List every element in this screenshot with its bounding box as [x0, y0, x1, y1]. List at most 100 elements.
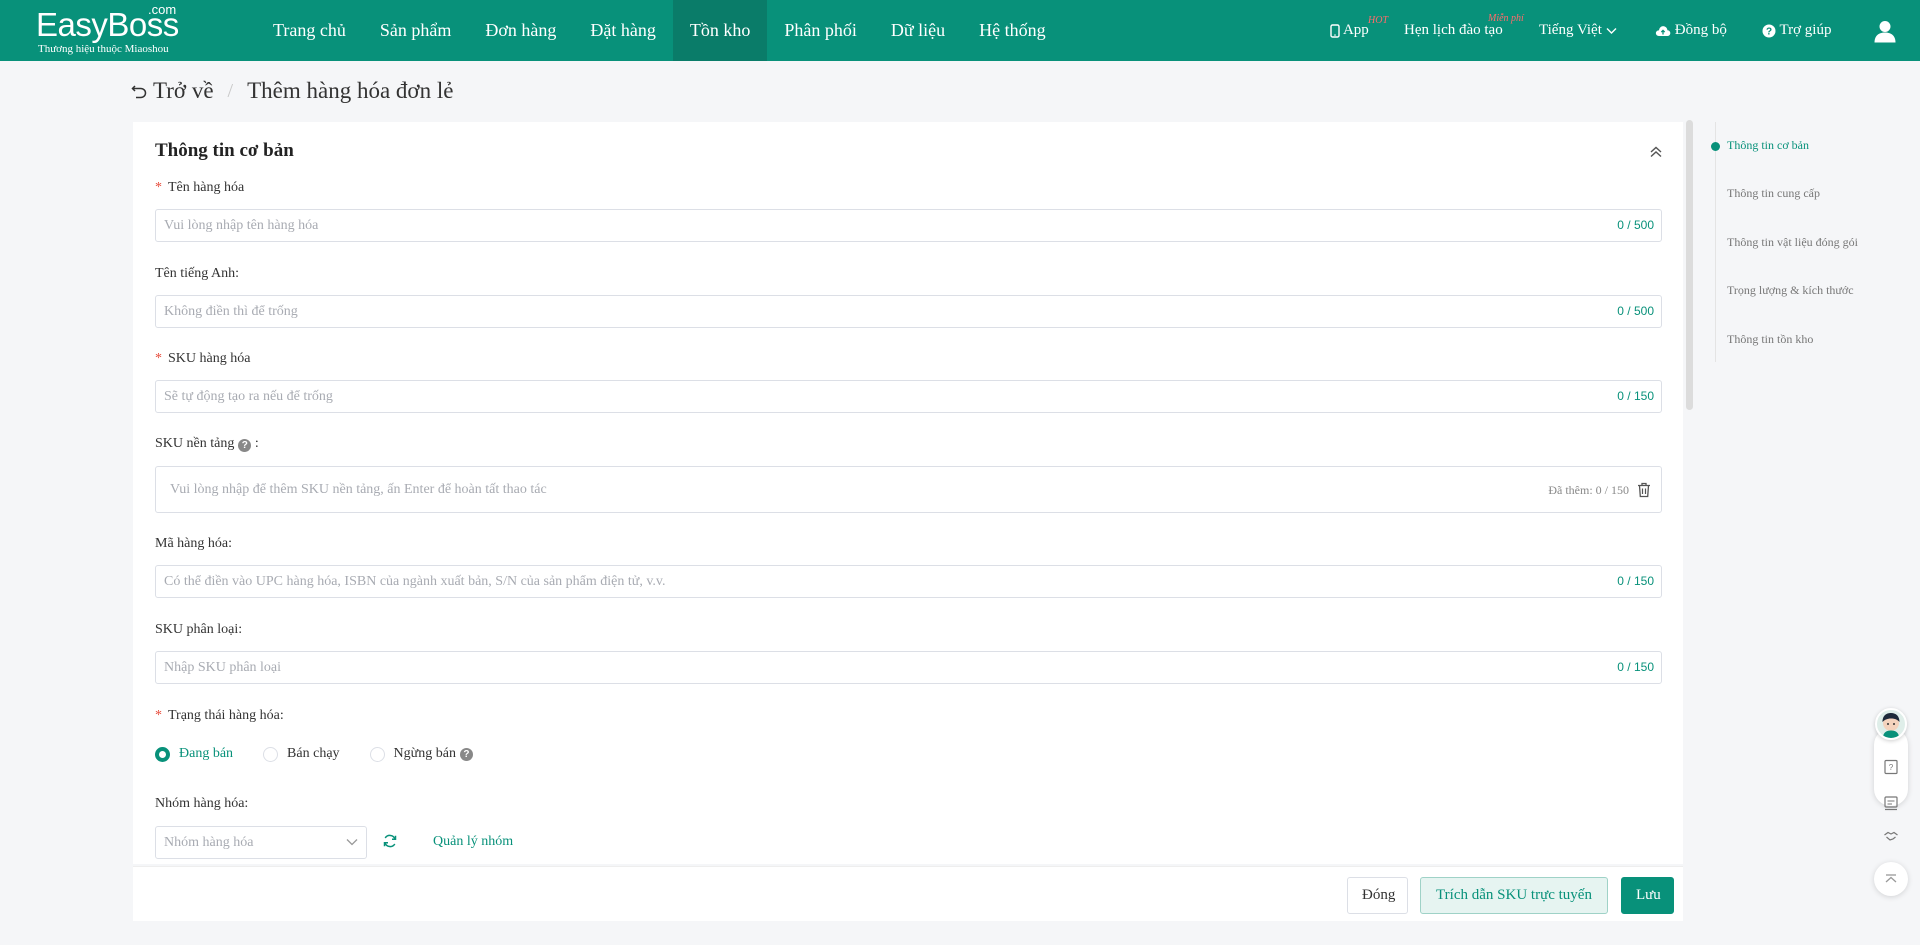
nav-system[interactable]: Hệ thống — [962, 0, 1063, 61]
status-discontinued-radio[interactable]: Ngừng bán ? — [369, 746, 473, 762]
english-name-input[interactable] — [156, 296, 1556, 327]
status-bestseller-radio[interactable]: Bán chạy — [263, 746, 340, 762]
anchor-basic-info[interactable]: Thông tin cơ bản — [1727, 138, 1809, 153]
save-button[interactable]: Lưu — [1621, 877, 1674, 914]
top-navbar: .com EasyBoss Thương hiệu thuộc Miaoshou… — [0, 0, 1920, 61]
product-name-label-text: Tên hàng hóa — [168, 180, 245, 195]
language-select[interactable]: Tiếng Việt — [1539, 0, 1617, 61]
quote-online-sku-button[interactable]: Trích dẫn SKU trực tuyến — [1420, 877, 1608, 914]
anchor-supply-info[interactable]: Thông tin cung cấp — [1727, 186, 1820, 201]
product-name-field: 0 / 500 — [155, 209, 1662, 242]
help-doc-icon[interactable]: ? — [1883, 759, 1899, 775]
platform-sku-label-text: SKU nền tảng — [155, 436, 235, 451]
anchor-weight-size[interactable]: Trọng lượng & kích thước — [1727, 283, 1854, 298]
agent-avatar-icon — [1882, 713, 1900, 738]
section-anchor-nav: Thông tin cơ bản Thông tin cung cấp Thôn… — [1711, 122, 1915, 362]
sku-label-text: SKU hàng hóa — [168, 351, 251, 366]
radio-label: Bán chạy — [287, 746, 340, 761]
platform-sku-field: Đã thêm: 0 / 150 — [155, 466, 1662, 513]
sku-field: 0 / 150 — [155, 380, 1662, 413]
help-icon[interactable]: ? — [238, 439, 252, 452]
platform-sku-input[interactable] — [156, 467, 1556, 512]
app-label: App — [1342, 22, 1369, 38]
group-select[interactable]: Nhóm hàng hóa — [155, 826, 367, 859]
status-label: * Trạng thái hàng hóa: — [155, 708, 284, 724]
nav-purchase[interactable]: Đặt hàng — [573, 0, 672, 61]
anchor-packaging-info[interactable]: Thông tin vật liệu đóng gói — [1727, 235, 1858, 250]
char-counter: 0 / 500 — [1617, 304, 1654, 318]
breadcrumb: Trở về / Thêm hàng hóa đơn lẻ — [131, 78, 453, 104]
radio-checked-icon — [155, 746, 170, 762]
required-mark: * — [155, 708, 162, 723]
variant-sku-label: SKU phân loại: — [155, 622, 243, 637]
nav-distribution[interactable]: Phân phối — [767, 0, 874, 61]
user-avatar[interactable] — [1873, 18, 1897, 43]
english-name-field: 0 / 500 — [155, 295, 1662, 328]
chevron-down-icon — [346, 839, 358, 846]
variant-sku-input[interactable] — [156, 652, 1556, 683]
radio-unchecked-icon — [369, 746, 385, 762]
support-agent-avatar[interactable] — [1875, 708, 1907, 740]
logo-name: EasyBoss — [36, 6, 179, 43]
trash-icon[interactable] — [1637, 482, 1651, 498]
product-name-label: * Tên hàng hóa — [155, 180, 244, 196]
product-code-field: 0 / 150 — [155, 565, 1662, 598]
back-label: Trở về — [153, 78, 214, 103]
svg-text:?: ? — [1889, 763, 1894, 772]
nav-products[interactable]: Sản phẩm — [363, 0, 469, 61]
platform-sku-label: SKU nền tảng? : — [155, 436, 259, 452]
manage-group-link[interactable]: Quản lý nhóm — [433, 834, 513, 850]
help-icon[interactable]: ? — [459, 747, 473, 761]
question-circle-icon: ? — [1762, 24, 1776, 38]
app-link[interactable]: App HOT — [1330, 0, 1388, 61]
scrollbar[interactable] — [1686, 120, 1693, 410]
easyboss-logo[interactable]: .com EasyBoss Thương hiệu thuộc Miaoshou — [36, 2, 206, 58]
radio-label: Đang bán — [179, 746, 234, 761]
close-button[interactable]: Đóng — [1347, 877, 1408, 914]
required-mark: * — [155, 180, 162, 195]
sync-button[interactable]: Đồng bộ — [1655, 0, 1727, 61]
handshake-icon[interactable] — [1883, 828, 1899, 844]
required-mark: * — [155, 351, 162, 366]
added-counter: Đã thêm: 0 / 150 — [1548, 483, 1629, 497]
collapse-up-icon[interactable] — [1646, 142, 1666, 162]
radio-label: Ngừng bán — [393, 746, 456, 761]
product-code-input[interactable] — [156, 566, 1556, 597]
nav-inventory[interactable]: Tồn kho — [672, 0, 768, 61]
svg-text:?: ? — [1766, 26, 1772, 37]
sku-input[interactable] — [156, 381, 1556, 412]
form-footer: Đóng Trích dẫn SKU trực tuyến Lưu — [133, 866, 1683, 921]
section-title: Thông tin cơ bản — [155, 140, 294, 161]
nav-orders[interactable]: Đơn hàng — [468, 0, 573, 61]
nav-data[interactable]: Dữ liệu — [874, 0, 962, 61]
logo-tagline: Thương hiệu thuộc Miaoshou — [38, 43, 169, 55]
training-label: Hẹn lịch đào tạo — [1404, 22, 1503, 38]
breadcrumb-separator: / — [227, 79, 234, 102]
feedback-icon[interactable] — [1883, 795, 1899, 811]
floating-support-panel: ? — [1874, 708, 1908, 896]
product-code-label: Mã hàng hóa: — [155, 536, 232, 551]
training-link[interactable]: Hẹn lịch đào tạo Miễn phí — [1404, 0, 1524, 61]
platform-sku-label-suffix: : — [254, 436, 259, 451]
basic-info-card: Thông tin cơ bản * Tên hàng hóa 0 / 500 T… — [133, 122, 1683, 864]
hot-badge: HOT — [1368, 15, 1389, 26]
char-counter: 0 / 500 — [1617, 218, 1654, 232]
radio-unchecked-icon — [263, 746, 279, 762]
product-name-input[interactable] — [156, 210, 1556, 241]
group-label: Nhóm hàng hóa: — [155, 796, 249, 811]
back-link[interactable]: Trở về — [131, 78, 214, 104]
help-link[interactable]: ? Trợ giúp — [1762, 0, 1831, 61]
status-radio-group: Đang bán Bán chạy Ngừng bán ? — [155, 746, 503, 762]
back-to-top-button[interactable] — [1874, 862, 1908, 896]
main-nav: Trang chủ Sản phẩm Đơn hàng Đặt hàng Tồn… — [256, 0, 1063, 61]
char-counter: 0 / 150 — [1617, 660, 1654, 674]
anchor-line — [1715, 122, 1716, 362]
english-name-label: Tên tiếng Anh: — [155, 266, 239, 281]
status-label-text: Trạng thái hàng hóa: — [168, 708, 284, 723]
refresh-icon[interactable] — [382, 833, 398, 849]
status-selling-radio[interactable]: Đang bán — [155, 746, 233, 762]
anchor-stock-info[interactable]: Thông tin tồn kho — [1727, 332, 1813, 347]
anchor-active-dot — [1711, 142, 1720, 151]
nav-home[interactable]: Trang chủ — [256, 0, 363, 61]
user-icon — [1874, 20, 1896, 43]
